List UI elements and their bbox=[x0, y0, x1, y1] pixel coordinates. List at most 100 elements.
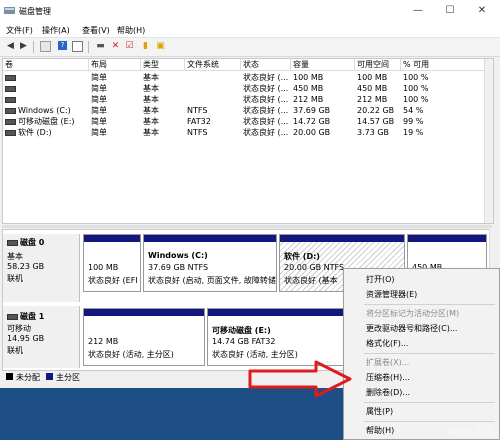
row-status: 状态良好 (... bbox=[243, 95, 289, 104]
partition-size: 14.74 GB FAT32 bbox=[212, 337, 276, 346]
legend-swatch-unallocated bbox=[6, 373, 13, 380]
new-icon[interactable]: ▮ bbox=[140, 41, 151, 52]
pane-splitter[interactable] bbox=[2, 225, 492, 228]
menu-separator bbox=[364, 353, 495, 354]
volume-list: 卷 布局 类型 文件系统 状态 容量 可用空间 % 可用 简单 基本 状态良好 … bbox=[2, 58, 494, 224]
partition-windows-c[interactable]: Windows (C:) 37.69 GB NTFS 状态良好 (启动, 页面文… bbox=[143, 234, 277, 292]
row-capacity: 37.69 GB bbox=[293, 106, 331, 115]
partition-bar bbox=[144, 235, 276, 242]
partition-size: 37.69 GB NTFS bbox=[148, 263, 209, 272]
row-layout: 简单 bbox=[91, 73, 107, 82]
help-icon[interactable]: ? bbox=[58, 41, 67, 50]
col-header-type[interactable]: 类型 bbox=[141, 59, 185, 71]
table-row[interactable]: 简单 基本 状态良好 (... 100 MB 100 MB 100 % bbox=[3, 72, 485, 83]
disk-1-label[interactable]: 磁盘 1 可移动 14.95 GB 联机 bbox=[3, 306, 80, 368]
row-capacity: 100 MB bbox=[293, 73, 324, 82]
row-filesystem bbox=[185, 83, 187, 94]
row-percent-free: 99 % bbox=[403, 117, 424, 126]
delete-icon[interactable]: ✕ bbox=[110, 41, 121, 52]
table-row[interactable]: 简单 基本 状态良好 (... 450 MB 450 MB 100 % bbox=[3, 83, 485, 94]
row-percent-free: 100 % bbox=[403, 95, 429, 104]
row-free-space: 20.22 GB bbox=[357, 106, 395, 115]
row-capacity: 450 MB bbox=[293, 84, 324, 93]
menu-item-properties[interactable]: 属性(P) bbox=[366, 405, 393, 418]
volume-list-scrollbar[interactable] bbox=[484, 59, 493, 223]
disk-0-label[interactable]: 磁盘 0 基本 58.23 GB 联机 bbox=[3, 234, 80, 302]
row-free-space: 3.73 GB bbox=[357, 128, 390, 137]
partition-title: 软件 (D:) bbox=[284, 252, 320, 261]
partition-efi[interactable]: 100 MB 状态良好 (EFI bbox=[83, 234, 141, 292]
close-button[interactable]: ✕ bbox=[466, 0, 498, 22]
row-filesystem: NTFS bbox=[187, 106, 208, 115]
menu-item-help[interactable]: 帮助(H) bbox=[366, 424, 394, 437]
forward-icon[interactable]: ▶ bbox=[18, 41, 29, 52]
partition-size: 20.00 GB NTFS bbox=[284, 263, 345, 272]
drive-icon bbox=[5, 85, 16, 92]
properties-icon[interactable] bbox=[40, 41, 51, 52]
row-filesystem bbox=[185, 72, 187, 83]
disk-1-name: 磁盘 1 bbox=[20, 312, 45, 321]
menu-action[interactable]: 操作(A) bbox=[42, 25, 70, 36]
table-row[interactable]: 软件 (D:) 简单 基本 NTFS 状态良好 (... 20.00 GB 3.… bbox=[3, 127, 485, 138]
row-layout: 简单 bbox=[91, 128, 107, 137]
disk-0-status: 联机 bbox=[7, 274, 23, 283]
row-filesystem: NTFS bbox=[187, 128, 208, 137]
drive-icon bbox=[5, 129, 16, 136]
table-row[interactable]: 可移动磁盘 (E:) 简单 基本 FAT32 状态良好 (... 14.72 G… bbox=[3, 116, 485, 127]
legend-label-unallocated: 未分配 bbox=[16, 373, 40, 382]
check-icon[interactable]: ☑ bbox=[124, 41, 135, 52]
menu-separator bbox=[364, 304, 495, 305]
row-status: 状态良好 (... bbox=[243, 84, 289, 93]
menu-item-format[interactable]: 格式化(F)... bbox=[366, 337, 408, 350]
partition-bar bbox=[280, 235, 404, 242]
open-icon[interactable]: ▣ bbox=[155, 41, 166, 52]
partition-bar bbox=[84, 309, 204, 316]
menu-view[interactable]: 查看(V) bbox=[82, 25, 110, 36]
col-header-filesystem[interactable]: 文件系统 bbox=[185, 59, 241, 71]
menu-item-change-drive-letter[interactable]: 更改驱动器号和路径(C)... bbox=[366, 322, 457, 335]
row-free-space: 450 MB bbox=[357, 84, 388, 93]
drive-icon bbox=[5, 107, 16, 114]
row-filesystem bbox=[185, 94, 187, 105]
menu-item-shrink-volume[interactable]: 压缩卷(H)... bbox=[366, 371, 410, 384]
help-panel-icon[interactable] bbox=[72, 41, 83, 52]
connect-icon[interactable]: ▬ bbox=[95, 41, 106, 52]
row-percent-free: 100 % bbox=[403, 73, 429, 82]
col-header-status[interactable]: 状态 bbox=[241, 59, 291, 71]
row-free-space: 100 MB bbox=[357, 73, 388, 82]
partition-status: 状态良好 (启动, 页面文件, 故障转储 bbox=[148, 276, 276, 285]
partition-status: 状态良好 (基本 bbox=[284, 276, 338, 285]
menu-item-open[interactable]: 打开(O) bbox=[366, 273, 395, 286]
disk-1-size: 14.95 GB bbox=[7, 334, 45, 343]
row-status: 状态良好 (... bbox=[243, 73, 289, 82]
maximize-button[interactable]: ☐ bbox=[434, 0, 466, 22]
disk-icon bbox=[7, 239, 18, 246]
row-status: 状态良好 (... bbox=[243, 117, 289, 126]
menu-help[interactable]: 帮助(H) bbox=[117, 25, 145, 36]
table-row[interactable]: 简单 基本 状态良好 (... 212 MB 212 MB 100 % bbox=[3, 94, 485, 105]
minimize-button[interactable]: — bbox=[402, 0, 434, 22]
menu-separator bbox=[364, 421, 495, 422]
row-layout: 简单 bbox=[91, 95, 107, 104]
col-header-percent-free[interactable]: % 可用 bbox=[401, 59, 485, 71]
menu-item-delete-volume[interactable]: 删除卷(D)... bbox=[366, 386, 410, 399]
partition-disk1-212mb[interactable]: 212 MB 状态良好 (活动, 主分区) bbox=[83, 308, 205, 366]
menu-file[interactable]: 文件(F) bbox=[6, 25, 33, 36]
table-row[interactable]: Windows (C:) 简单 基本 NTFS 状态良好 (... 37.69 … bbox=[3, 105, 485, 116]
row-layout: 简单 bbox=[91, 84, 107, 93]
menu-item-explorer[interactable]: 资源管理器(E) bbox=[366, 288, 417, 301]
col-header-capacity[interactable]: 容量 bbox=[291, 59, 355, 71]
col-header-volume[interactable]: 卷 bbox=[3, 59, 89, 71]
col-header-free-space[interactable]: 可用空间 bbox=[355, 59, 401, 71]
toolbar-separator bbox=[88, 41, 89, 53]
disk-management-app-icon bbox=[4, 7, 15, 14]
row-type: 基本 bbox=[143, 84, 159, 93]
disk-0-type: 基本 bbox=[7, 252, 23, 261]
drive-icon bbox=[5, 118, 16, 125]
toolbar: ◀ ▶ ? ▬ ✕ ☑ ▮ ▣ bbox=[0, 38, 500, 57]
back-icon[interactable]: ◀ bbox=[5, 41, 16, 52]
row-status: 状态良好 (... bbox=[243, 128, 289, 137]
partition-bar bbox=[408, 235, 486, 242]
menu-item-mark-active: 将分区标记为活动分区(M) bbox=[366, 309, 460, 318]
col-header-layout[interactable]: 布局 bbox=[89, 59, 141, 71]
